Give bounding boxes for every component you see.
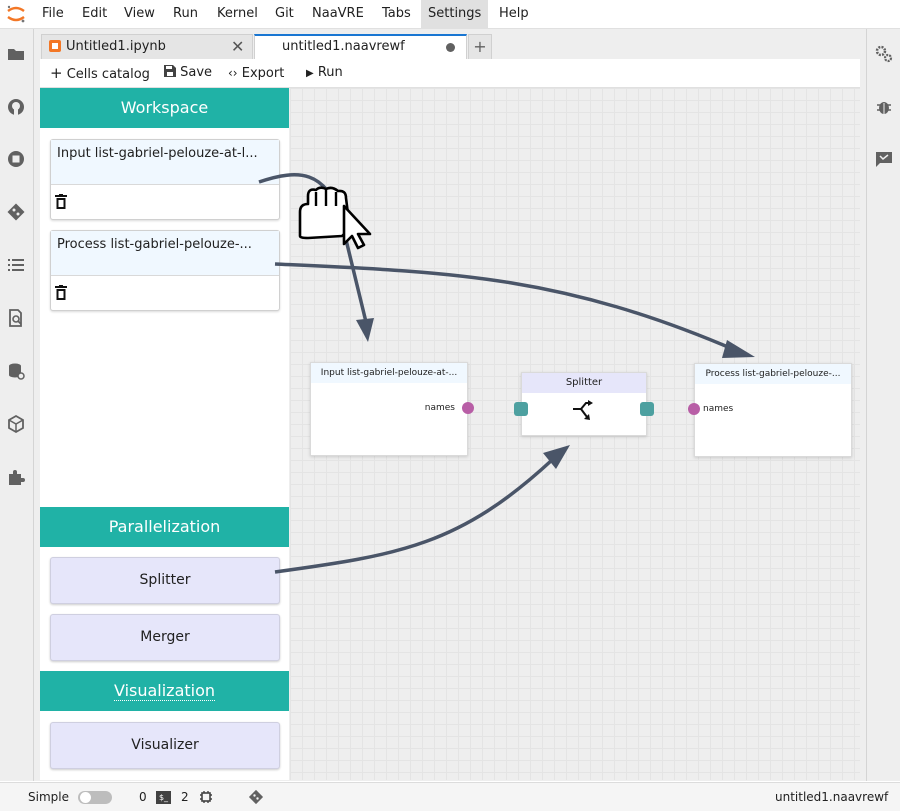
chat-icon[interactable] bbox=[874, 149, 894, 169]
tab-close-icon[interactable]: ✕ bbox=[231, 35, 244, 59]
property-inspector-icon[interactable] bbox=[874, 44, 894, 64]
visualizer-button[interactable]: Visualizer bbox=[50, 722, 280, 769]
folder-icon[interactable] bbox=[6, 44, 26, 64]
menu-view[interactable]: View bbox=[117, 0, 162, 28]
trash-icon[interactable] bbox=[55, 285, 67, 300]
tab-workflow[interactable]: untitled1.naavrewf bbox=[254, 34, 467, 59]
node-splitter[interactable]: Splitter bbox=[514, 372, 654, 436]
menu-tabs[interactable]: Tabs bbox=[375, 0, 418, 28]
export-button[interactable]: ‹› Export bbox=[228, 59, 284, 87]
menu-edit[interactable]: Edit bbox=[75, 0, 114, 28]
package-icon[interactable] bbox=[6, 414, 26, 434]
grab-cursor-icon bbox=[298, 186, 372, 250]
kernel-count: 2 bbox=[181, 790, 189, 804]
menu-settings[interactable]: Settings bbox=[421, 0, 489, 28]
split-arrows-icon bbox=[573, 400, 593, 420]
menu-help[interactable]: Help bbox=[492, 0, 536, 28]
output-port[interactable] bbox=[640, 402, 654, 416]
menu-run[interactable]: Run bbox=[166, 0, 205, 28]
workspace-cell-input[interactable]: Input list-gabriel-pelouze-at-l... bbox=[50, 139, 280, 220]
cells-catalog-label: Cells catalog bbox=[66, 67, 150, 82]
input-port[interactable] bbox=[688, 403, 700, 415]
save-label: Save bbox=[180, 65, 213, 80]
git-status-icon[interactable] bbox=[248, 789, 264, 805]
node-input[interactable]: Input list-gabriel-pelouze-at-... names bbox=[310, 362, 474, 456]
github-icon[interactable] bbox=[6, 97, 26, 117]
cell-search-icon[interactable] bbox=[6, 308, 26, 328]
cells-catalog-button[interactable]: + Cells catalog bbox=[50, 59, 150, 87]
export-label: Export bbox=[241, 66, 285, 81]
simple-mode-label: Simple bbox=[28, 790, 69, 804]
output-port[interactable] bbox=[462, 402, 474, 414]
running-icon[interactable] bbox=[6, 149, 26, 169]
port-label: names bbox=[424, 403, 455, 413]
code-icon: ‹› bbox=[228, 66, 238, 80]
menu-file[interactable]: File bbox=[35, 0, 71, 28]
new-tab-button[interactable]: + bbox=[468, 34, 492, 59]
terminal-icon[interactable]: $_ bbox=[156, 791, 171, 804]
run-label: Run bbox=[317, 65, 343, 80]
plus-icon: + bbox=[50, 64, 63, 82]
input-port[interactable] bbox=[514, 402, 528, 416]
toc-icon[interactable] bbox=[6, 255, 26, 275]
save-icon bbox=[164, 65, 176, 77]
workspace-cell-title: Input list-gabriel-pelouze-at-l... bbox=[51, 140, 279, 185]
visualization-title: Visualization bbox=[113, 681, 216, 701]
merger-button[interactable]: Merger bbox=[50, 614, 280, 661]
notebook-icon bbox=[49, 40, 61, 52]
parallelization-header: Parallelization bbox=[40, 507, 289, 547]
menu-naavre[interactable]: NaaVRE bbox=[305, 0, 371, 28]
right-sidebar bbox=[866, 29, 900, 781]
save-button[interactable]: Save bbox=[164, 59, 212, 87]
node-title: Process list-gabriel-pelouze-... bbox=[695, 364, 851, 384]
workflow-toolbar: + Cells catalog Save ‹› Export ▶ Run bbox=[40, 59, 860, 88]
node-title: Input list-gabriel-pelouze-at-... bbox=[311, 363, 467, 383]
visualization-header: Visualization bbox=[40, 671, 289, 711]
kernel-icon[interactable] bbox=[199, 790, 213, 804]
toggle-knob bbox=[80, 792, 91, 803]
port-label: names bbox=[703, 404, 734, 414]
debugger-icon[interactable] bbox=[874, 97, 894, 117]
data-icon[interactable] bbox=[6, 361, 26, 381]
tab-notebook[interactable]: Untitled1.ipynb ✕ bbox=[41, 34, 253, 59]
left-sidebar bbox=[0, 29, 34, 781]
workspace-header: Workspace bbox=[40, 88, 289, 128]
workspace-cell-process[interactable]: Process list-gabriel-pelouze-... bbox=[50, 230, 280, 311]
status-bar: Simple 0 $_ 2 untitled1.naavrewf bbox=[0, 782, 900, 811]
node-title: Splitter bbox=[522, 373, 646, 393]
menu-bar: File Edit View Run Kernel Git NaaVRE Tab… bbox=[0, 0, 900, 29]
jupyter-logo-icon[interactable] bbox=[5, 3, 27, 25]
tab-notebook-label: Untitled1.ipynb bbox=[66, 39, 166, 54]
menu-git[interactable]: Git bbox=[268, 0, 301, 28]
trash-icon[interactable] bbox=[55, 194, 67, 209]
node-process[interactable]: Process list-gabriel-pelouze-... names bbox=[688, 363, 852, 457]
menu-kernel[interactable]: Kernel bbox=[210, 0, 265, 28]
play-icon: ▶ bbox=[306, 68, 314, 79]
extension-icon[interactable] bbox=[6, 467, 26, 487]
current-file-name: untitled1.naavrewf bbox=[775, 790, 889, 804]
tab-workflow-label: untitled1.naavrewf bbox=[282, 39, 405, 54]
splitter-button[interactable]: Splitter bbox=[50, 557, 280, 604]
workspace-cell-title: Process list-gabriel-pelouze-... bbox=[51, 231, 279, 276]
run-button[interactable]: ▶ Run bbox=[306, 59, 343, 87]
unsaved-dot-icon[interactable] bbox=[446, 43, 455, 52]
terminal-count: 0 bbox=[139, 790, 147, 804]
git-icon[interactable] bbox=[6, 202, 26, 222]
workspace-panel: Workspace Input list-gabriel-pelouze-at-… bbox=[40, 88, 289, 780]
